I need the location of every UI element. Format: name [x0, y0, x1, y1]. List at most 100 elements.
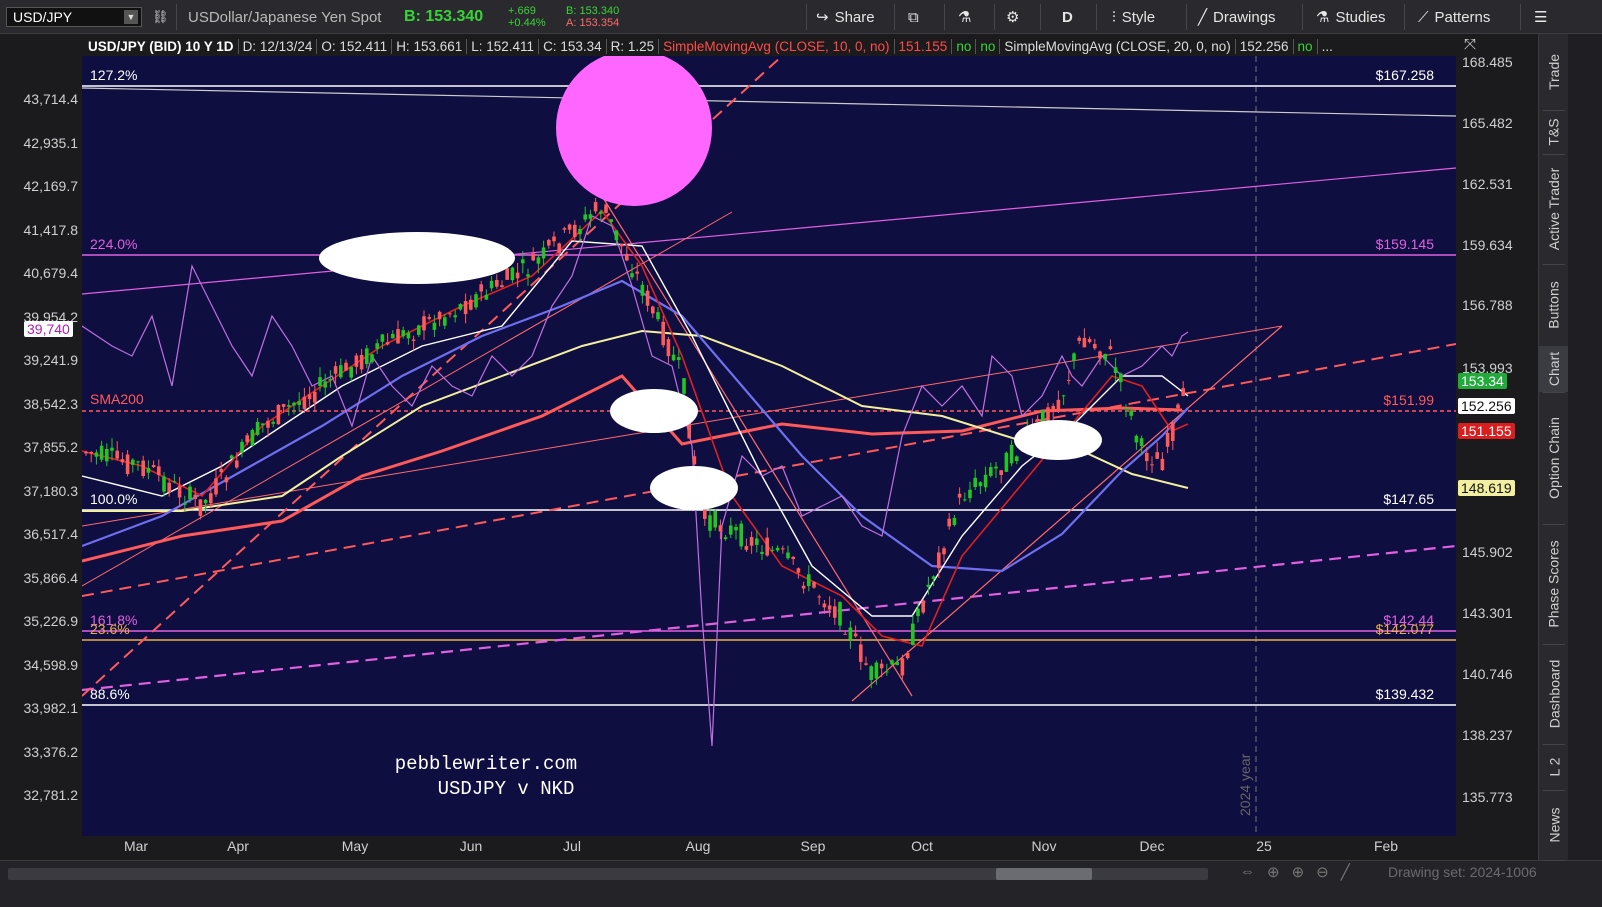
- sidebar-tab-chart[interactable]: Chart: [1539, 346, 1569, 392]
- study-sma10-label[interactable]: SimpleMovingAvg (CLOSE, 10, 0, no): [659, 38, 895, 54]
- scrollbar-thumb[interactable]: [996, 868, 1092, 880]
- candle-body: [1119, 373, 1123, 383]
- fib-price-label: $147.65: [1383, 491, 1434, 507]
- candle-body: [276, 404, 281, 425]
- candle-body: [375, 343, 379, 349]
- candle-body: [723, 537, 728, 540]
- zoom-in-icon[interactable]: ⊕: [1292, 863, 1305, 881]
- cursor-mode-icon[interactable]: ⤧: [1464, 36, 1476, 53]
- pencil-icon: ╱: [1198, 9, 1208, 26]
- crosshair-icon[interactable]: ⊕: [1267, 863, 1280, 881]
- candle-body: [250, 430, 255, 446]
- menu-button[interactable]: ☰: [1534, 0, 1547, 34]
- candle-body: [94, 452, 99, 457]
- candle-body: [1181, 388, 1185, 397]
- candle-body: [401, 330, 405, 337]
- study-sma20-label[interactable]: SimpleMovingAvg (CLOSE, 20, 0, no): [1000, 38, 1236, 54]
- candle-body: [1061, 395, 1066, 397]
- candle-body: [755, 538, 759, 545]
- zoom-controls: ⇔ ⊕ ⊕ ⊖ ╱: [1240, 863, 1350, 881]
- candle-body: [297, 401, 301, 406]
- sma200-label: SMA200: [90, 391, 144, 407]
- candle-body: [1108, 346, 1113, 350]
- left-axis-tick: 37,855.2: [23, 439, 79, 455]
- pencil-icon[interactable]: ╱: [1341, 863, 1350, 881]
- candle-body: [89, 451, 93, 454]
- chevron-down-icon[interactable]: ▼: [124, 10, 138, 24]
- sidebar-tab-label: Active Trader: [1546, 167, 1563, 251]
- sidebar-tab-buttons[interactable]: Buttons: [1539, 264, 1569, 346]
- sidebar-tab-label: News: [1546, 807, 1563, 843]
- left-axis-tick: 32,781.2: [23, 787, 79, 803]
- candle-body: [822, 603, 827, 608]
- sidebar-tab-option-chain[interactable]: Option Chain: [1539, 392, 1569, 524]
- horizontal-scrollbar[interactable]: [8, 868, 1208, 880]
- candle-body: [229, 455, 234, 459]
- candle-body: [625, 253, 629, 261]
- candle-body: [921, 600, 925, 613]
- pattern-icon: ⟋: [1418, 8, 1429, 26]
- x-axis-tick: Apr: [227, 838, 249, 854]
- candle-body: [1087, 339, 1092, 343]
- share-button[interactable]: ↪ Share: [816, 0, 875, 34]
- candle-body: [765, 537, 769, 556]
- snapshot-button[interactable]: ⧉: [908, 0, 919, 34]
- candle-body: [578, 228, 582, 235]
- price-tag: 152.256: [1458, 398, 1515, 414]
- left-axis-tick: 42,935.1: [23, 134, 79, 151]
- sidebar-tab-phase-scores[interactable]: Phase Scores: [1539, 524, 1569, 644]
- candle-body: [879, 663, 884, 669]
- trend-line: [82, 343, 1456, 597]
- link-icon[interactable]: ⛓: [152, 0, 169, 34]
- sidebar-tab-label: Trade: [1546, 53, 1562, 91]
- sidebar-tab-trade[interactable]: Trade: [1539, 34, 1569, 110]
- study-more[interactable]: ...: [1318, 39, 1337, 54]
- chart-symbol-desc: USD/JPY (BID) 10 Y 1D: [84, 38, 239, 54]
- trend-line: [82, 87, 1456, 117]
- symbol-selector[interactable]: USD/JPY ▼: [6, 7, 142, 27]
- drawing-set-label[interactable]: Drawing set: 2024-1006: [1388, 864, 1537, 880]
- style-button[interactable]: ⫶ Style: [1112, 0, 1155, 34]
- x-axis-tick: Dec: [1139, 838, 1165, 854]
- fib-price-label: $142.077: [1376, 621, 1435, 637]
- sidebar-tab-news[interactable]: News: [1539, 790, 1569, 860]
- candle-body: [1113, 367, 1118, 374]
- candle-body: [713, 510, 717, 528]
- candle-body: [536, 257, 541, 264]
- highlight-ellipse: [610, 389, 698, 433]
- candle-body: [1145, 452, 1149, 462]
- flask-button[interactable]: ⚗: [958, 0, 971, 34]
- trend-line: [82, 544, 1456, 692]
- sidebar-tab-active-trader[interactable]: Active Trader: [1539, 154, 1569, 264]
- drawings-button[interactable]: ╱ Drawings: [1198, 0, 1276, 34]
- sidebar-tab-dashboard[interactable]: Dashboard: [1539, 644, 1569, 744]
- candle-body: [833, 606, 837, 618]
- candle-body: [599, 211, 603, 214]
- pan-icon[interactable]: ⇔: [1240, 863, 1255, 881]
- candle-body: [141, 460, 145, 477]
- candle-body: [640, 284, 645, 296]
- zoom-out-icon[interactable]: ⊖: [1316, 863, 1329, 881]
- sidebar-tab-l-2[interactable]: L 2: [1539, 744, 1569, 790]
- chart-plot-area[interactable]: 2024 year 127.2% $167.258 224.0% $159.145 $15…: [82, 56, 1456, 836]
- candle-body: [1051, 405, 1055, 412]
- candle-body: [786, 552, 790, 559]
- price-tag: 151.155: [1458, 423, 1515, 439]
- period-button[interactable]: D: [1062, 0, 1073, 34]
- candle-body: [609, 219, 613, 222]
- candle-body: [125, 454, 130, 475]
- studies-button[interactable]: ⚗ Studies: [1316, 0, 1386, 34]
- ohlc-close: C: 153.34: [539, 38, 607, 54]
- candle-body: [448, 313, 452, 315]
- candle-body: [151, 464, 156, 468]
- candle-body: [406, 332, 411, 339]
- settings-button[interactable]: ⚙: [1006, 0, 1019, 34]
- candle-body: [978, 482, 983, 487]
- candle-body: [136, 461, 140, 463]
- right-price-axis: 168.485 165.482 162.531 159.634 156.788 153.9…: [1458, 54, 1534, 836]
- sidebar-tab-t-s[interactable]: T&S: [1539, 110, 1569, 154]
- patterns-button[interactable]: ⟋ Patterns: [1418, 0, 1490, 34]
- candle-body: [973, 477, 977, 488]
- candle-body: [105, 448, 109, 462]
- candle-body: [500, 285, 504, 288]
